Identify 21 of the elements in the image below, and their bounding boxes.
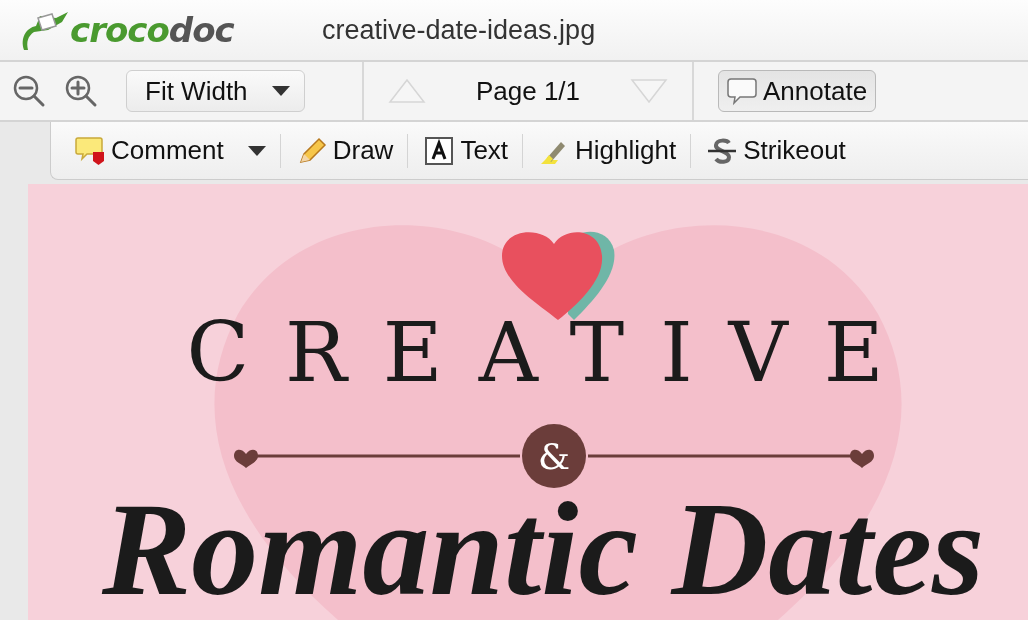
caret-icon xyxy=(271,86,290,96)
annotate-button[interactable]: Annotate xyxy=(718,70,877,112)
zoom-mode-dropdown[interactable]: Fit Width xyxy=(126,70,305,112)
up-triangle-icon xyxy=(387,78,426,104)
annotation-tool-button[interactable]: Strikeout xyxy=(707,135,860,166)
zoom-in-button[interactable] xyxy=(64,74,98,108)
down-triangle-icon xyxy=(630,78,669,104)
file-name: creative-date-ideas.jpg xyxy=(322,14,596,46)
page-indicator: Page 1/1 xyxy=(475,75,581,107)
annotation-tool-button[interactable]: Highlight xyxy=(539,135,691,166)
annotation-tool-button[interactable]: Text xyxy=(424,135,523,166)
comment-bubble-icon xyxy=(75,135,105,166)
zoom-out-icon xyxy=(12,74,46,108)
logo-wordmark: crocodoc xyxy=(70,10,234,50)
annotation-tool-button[interactable]: Comment xyxy=(75,135,280,166)
zoom-in-icon xyxy=(64,74,98,108)
zoom-out-button[interactable] xyxy=(12,74,46,108)
document-heading: CREATIVE xyxy=(186,312,920,394)
text-box-icon xyxy=(424,135,455,166)
annotation-tool-button[interactable]: Draw xyxy=(296,135,408,166)
speech-bubble-icon xyxy=(727,76,757,106)
